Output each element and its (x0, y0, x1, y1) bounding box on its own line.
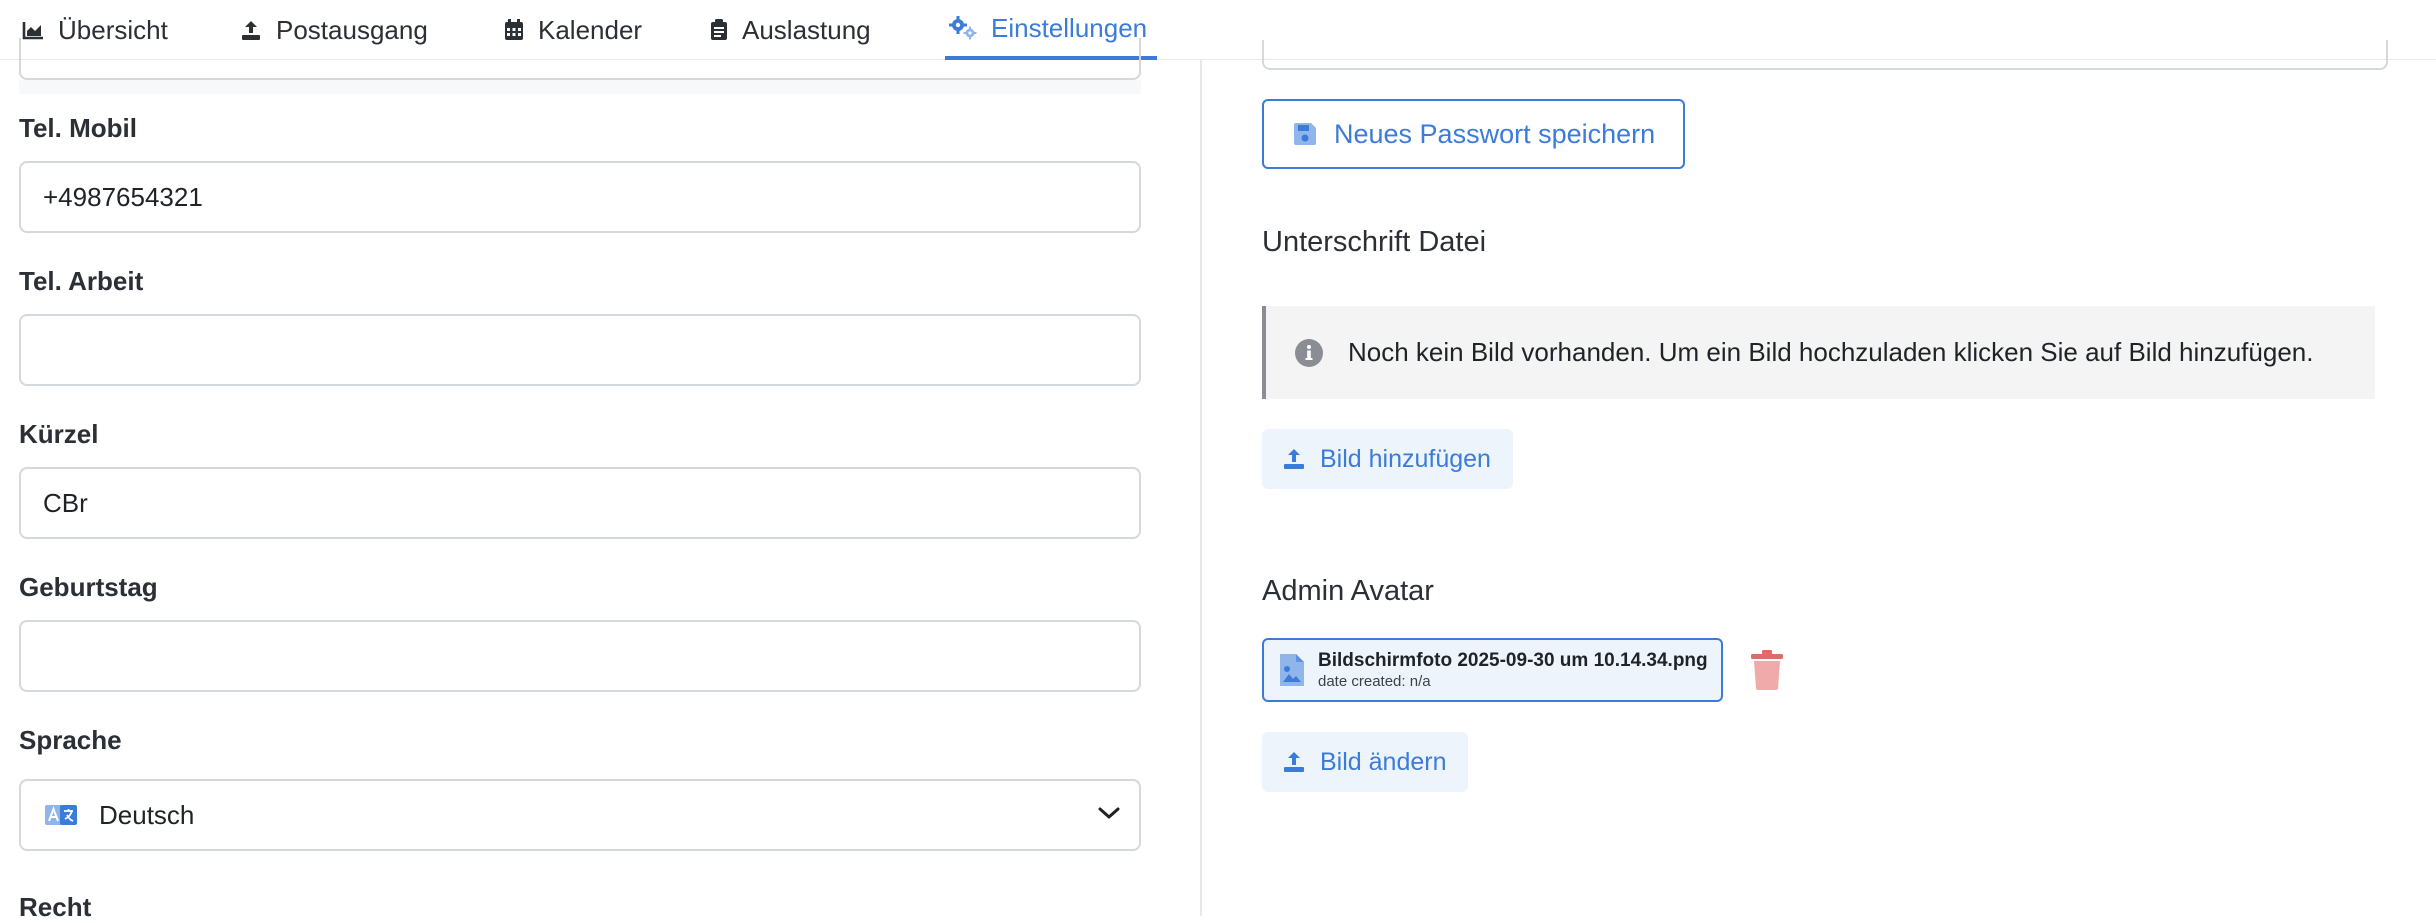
short-name-input[interactable]: CBr (19, 467, 1141, 539)
trash-icon[interactable] (1750, 650, 1784, 690)
chart-area-icon (22, 22, 43, 40)
save-password-label: Neues Passwort speichern (1334, 118, 1656, 149)
birthday-label: Geburtstag (19, 572, 158, 602)
previous-input-field[interactable] (19, 38, 1141, 80)
admin-avatar-title: Admin Avatar (1262, 575, 1434, 607)
avatar-file-meta: date created: n/a (1318, 673, 1431, 690)
short-name-label: Kürzel (19, 419, 99, 449)
change-avatar-label: Bild ändern (1320, 747, 1447, 776)
language-select[interactable]: Deutsch (19, 779, 1141, 851)
signature-info-box: Noch kein Bild vorhanden. Um ein Bild ho… (1262, 306, 2375, 399)
column-divider (1200, 60, 1202, 916)
mobile-phone-label: Tel. Mobil (19, 113, 137, 143)
password-confirm-input[interactable] (1262, 40, 2388, 70)
work-phone-input[interactable] (19, 314, 1141, 386)
language-icon (45, 805, 77, 825)
mobile-phone-value: +4987654321 (43, 181, 203, 212)
upload-icon (1284, 752, 1304, 772)
chevron-down-icon (1098, 807, 1120, 819)
birthday-input[interactable] (19, 620, 1141, 692)
mobile-phone-input[interactable]: +4987654321 (19, 161, 1141, 233)
avatar-file-chip[interactable]: Bildschirmfoto 2025-09-30 um 10.14.34.pn… (1262, 638, 1723, 702)
floppy-disk-icon (1294, 123, 1316, 145)
avatar-file-name: Bildschirmfoto 2025-09-30 um 10.14.34.pn… (1318, 650, 1708, 671)
field-divider (19, 80, 1141, 94)
work-phone-label: Tel. Arbeit (19, 266, 144, 296)
add-signature-image-label: Bild hinzufügen (1320, 444, 1491, 473)
save-password-button[interactable]: Neues Passwort speichern (1262, 99, 1685, 169)
signature-title: Unterschrift Datei (1262, 226, 1487, 258)
rights-label: Recht (19, 892, 92, 922)
language-label: Sprache (19, 725, 122, 755)
image-file-icon (1280, 654, 1304, 686)
add-signature-image-button[interactable]: Bild hinzufügen (1262, 429, 1513, 489)
info-icon (1295, 338, 1323, 367)
change-avatar-button[interactable]: Bild ändern (1262, 732, 1469, 792)
upload-icon (1284, 449, 1304, 469)
short-name-value: CBr (43, 487, 88, 518)
language-value: Deutsch (99, 799, 195, 830)
gears-icon (949, 16, 977, 40)
signature-info-text: Noch kein Bild vorhanden. Um ein Bild ho… (1348, 337, 2314, 367)
